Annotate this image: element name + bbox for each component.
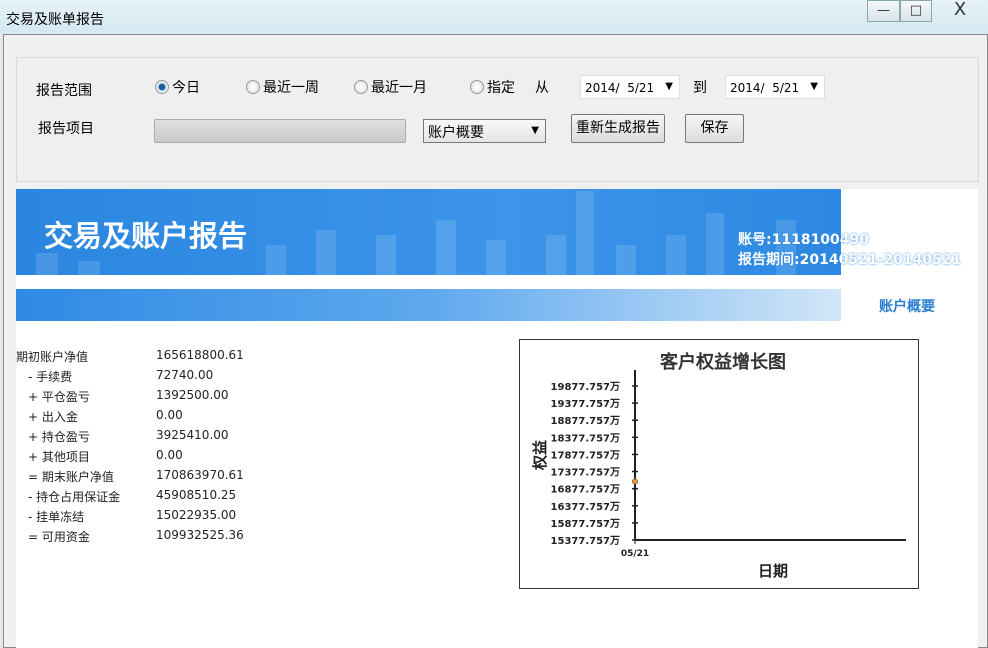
item-label: 报告项目 [38,121,94,137]
row-value: 170863970.61 [156,468,244,482]
y-tick-label: 18877.757万 [551,415,620,427]
maximize-button[interactable]: □ [900,0,932,22]
radio-label: 最近一周 [263,80,319,96]
row-label: 期初账户净值 [16,350,89,364]
y-tick-label: 19377.757万 [551,398,620,410]
row-label: = 期末账户净值 [28,470,114,484]
account-number: 账号:1118100490 [738,232,870,248]
radio-last-month[interactable]: 最近一月 [354,77,427,97]
radio-circle-icon [470,80,484,94]
report-item-select[interactable]: 账户概要 ▼ [423,119,546,143]
radio-custom[interactable]: 指定 [470,77,515,97]
row-value: 72740.00 [156,368,214,382]
from-label: 从 [535,80,549,96]
y-tick-label: 15877.757万 [551,518,620,530]
row-label: - 挂单冻结 [28,510,85,524]
progress-bar [154,119,406,143]
minimize-button[interactable]: — [867,0,900,22]
row-label: + 其他项目 [28,450,90,464]
row-value: 0.00 [156,408,183,422]
y-tick-label: 17377.757万 [551,467,620,479]
radio-today[interactable]: 今日 [155,77,200,97]
row-value: 3925410.00 [156,428,229,442]
y-tick-label: 16377.757万 [551,501,620,513]
y-tick-label: 19877.757万 [551,381,620,393]
to-date-value: 2014/ 5/21 [730,81,800,95]
report-banner: 交易及账户报告 [16,189,841,275]
row-value: 1392500.00 [156,388,229,402]
regenerate-button[interactable]: 重新生成报告 [571,114,665,143]
row-label: + 平仓盈亏 [28,390,90,404]
chart-title: 客户权益增长图 [660,351,786,373]
row-label: + 持仓盈亏 [28,430,90,444]
report-item-value: 账户概要 [428,125,484,141]
to-date-picker[interactable]: 2014/ 5/21 ▼ [725,75,825,99]
summary-row: + 持仓盈亏 3925410.00 [28,428,229,445]
summary-row: - 挂单冻结 15022935.00 [28,508,236,525]
summary-row: 期初账户净值 165618800.61 [16,348,244,365]
row-label: + 出入金 [28,410,78,424]
row-label: - 持仓占用保证金 [28,490,121,504]
row-label: - 手续费 [28,370,73,384]
equity-chart: 客户权益增长图 15377.757万 15877.757万 16377.757万 168… [519,339,919,589]
summary-row: + 其他项目 0.00 [28,448,183,465]
row-value: 109932525.36 [156,528,244,542]
row-value: 45908510.25 [156,488,237,502]
save-button[interactable]: 保存 [685,114,744,143]
radio-circle-icon [354,80,368,94]
row-label: = 可用资金 [28,530,90,544]
chevron-down-icon: ▼ [665,81,673,92]
x-tick-label: 05/21 [621,549,649,559]
y-tick-label: 18377.757万 [551,432,620,444]
summary-row: = 可用资金 109932525.36 [28,528,244,545]
radio-label: 今日 [172,80,200,96]
data-point [632,478,638,485]
radio-circle-icon [246,80,260,94]
radio-last-week[interactable]: 最近一周 [246,77,319,97]
close-button[interactable]: X [932,0,988,22]
summary-row: + 平仓盈亏 1392500.00 [28,388,229,405]
report-period: 报告期间:20140521-20140521 [738,252,962,268]
y-tick-label: 16877.757万 [551,484,620,496]
summary-row: - 手续费 72740.00 [28,368,213,385]
chevron-down-icon: ▼ [531,125,539,136]
summary-row: = 期末账户净值 170863970.61 [28,468,244,485]
title-bar: 交易及账单报告 — □ X [0,0,988,34]
summary-row: + 出入金 0.00 [28,408,183,425]
row-value: 165618800.61 [156,348,244,362]
to-label: 到 [693,80,707,96]
summary-row: - 持仓占用保证金 45908510.25 [28,488,236,505]
banner-title: 交易及账户报告 [44,219,248,253]
y-tick-label: 17877.757万 [551,449,620,461]
y-tick-label: 15377.757万 [551,535,620,547]
section-title: 账户概要 [879,299,935,315]
window-title: 交易及账单报告 [6,12,104,28]
range-label: 报告范围 [36,83,92,99]
radio-label: 最近一月 [371,80,427,96]
radio-label: 指定 [487,80,515,96]
radio-circle-icon [155,80,169,94]
chart-svg: 客户权益增长图 15377.757万 15877.757万 16377.757万 168… [531,351,906,580]
chevron-down-icon: ▼ [810,81,818,92]
row-value: 0.00 [156,448,183,462]
row-value: 15022935.00 [156,508,237,522]
x-axis-label: 日期 [758,562,788,580]
section-strip [16,289,841,321]
from-date-value: 2014/ 5/21 [585,81,655,95]
y-axis-label: 权益 [531,440,549,471]
from-date-picker[interactable]: 2014/ 5/21 ▼ [580,75,680,99]
